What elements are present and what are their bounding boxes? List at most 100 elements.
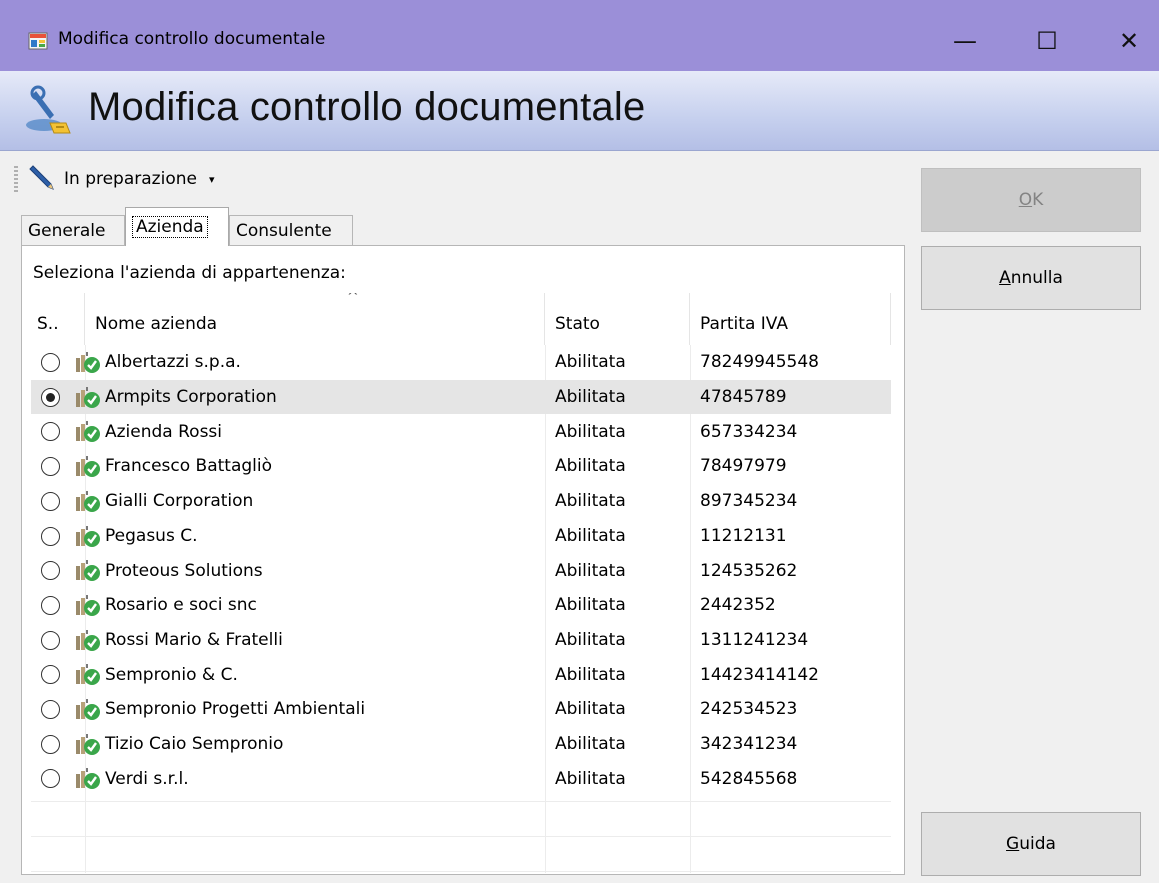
company-vat: 2442352 bbox=[700, 595, 776, 616]
select-radio[interactable] bbox=[41, 387, 60, 407]
table-row[interactable]: Sempronio & C. Abilitata 14423414142 bbox=[31, 657, 891, 692]
select-radio[interactable] bbox=[41, 491, 60, 511]
ok-button[interactable]: OK bbox=[921, 168, 1141, 232]
company-status: Abilitata bbox=[555, 699, 626, 720]
company-vat: 11212131 bbox=[700, 525, 787, 546]
window-title: Modifica controllo documentale bbox=[58, 29, 326, 49]
table-row[interactable]: Albertazzi s.p.a. Abilitata 78249945548 bbox=[31, 345, 891, 380]
company-vat: 657334234 bbox=[700, 421, 798, 442]
select-radio[interactable] bbox=[41, 353, 60, 372]
company-enabled-icon bbox=[76, 594, 100, 616]
annulla-button[interactable]: Annulla bbox=[921, 246, 1141, 310]
company-name: Tizio Caio Sempronio bbox=[105, 734, 284, 755]
column-header-partita-iva[interactable]: Partita IVA bbox=[690, 293, 891, 345]
company-vat: 897345234 bbox=[700, 491, 798, 512]
company-enabled-icon bbox=[76, 421, 100, 443]
table-row[interactable]: Tizio Caio Sempronio Abilitata 342341234 bbox=[31, 727, 891, 762]
select-radio[interactable] bbox=[41, 769, 60, 789]
company-status: Abilitata bbox=[555, 768, 626, 789]
company-status: Abilitata bbox=[555, 456, 626, 477]
status-dropdown[interactable]: In preparazione ▾ bbox=[26, 163, 215, 195]
select-radio[interactable] bbox=[41, 457, 60, 477]
select-radio[interactable] bbox=[41, 665, 60, 685]
company-vat: 242534523 bbox=[700, 699, 798, 720]
maximize-button[interactable]: ☐ bbox=[1019, 16, 1075, 66]
company-status: Abilitata bbox=[555, 595, 626, 616]
chevron-down-icon: ▾ bbox=[208, 172, 215, 186]
company-vat: 47845789 bbox=[700, 387, 787, 408]
company-name: Sempronio Progetti Ambientali bbox=[105, 699, 366, 720]
table-row[interactable]: Francesco Battagliò Abilitata 78497979 bbox=[31, 449, 891, 484]
tab-label: Consulente bbox=[236, 220, 332, 241]
column-header-stato[interactable]: Stato bbox=[545, 293, 690, 345]
company-name: Rossi Mario & Fratelli bbox=[105, 629, 283, 650]
close-button[interactable]: ✕ bbox=[1101, 16, 1157, 66]
tab-azienda[interactable]: Azienda bbox=[125, 207, 229, 246]
table-row[interactable]: Verdi s.r.l. Abilitata 542845568 bbox=[31, 761, 891, 796]
sort-ascending-icon: ^ bbox=[347, 293, 359, 305]
company-enabled-icon bbox=[76, 560, 100, 582]
tab-consulente[interactable]: Consulente bbox=[229, 215, 353, 245]
select-radio[interactable] bbox=[41, 700, 60, 719]
guida-button[interactable]: Guida bbox=[921, 812, 1141, 876]
company-vat: 342341234 bbox=[700, 734, 798, 755]
company-vat: 1311241234 bbox=[700, 629, 809, 650]
company-enabled-icon bbox=[76, 456, 100, 478]
company-status: Abilitata bbox=[555, 734, 626, 755]
select-radio[interactable] bbox=[41, 422, 60, 442]
ok-label: K bbox=[1032, 190, 1044, 210]
column-header-label: Nome azienda bbox=[95, 314, 218, 334]
column-header-select[interactable]: S.. bbox=[31, 293, 85, 345]
company-enabled-icon bbox=[76, 733, 100, 755]
column-header-nome[interactable]: ^ Nome azienda bbox=[85, 293, 545, 345]
table-row[interactable]: Azienda Rossi Abilitata 657334234 bbox=[31, 414, 891, 449]
table-row[interactable]: Rossi Mario & Fratelli Abilitata 131124123… bbox=[31, 623, 891, 658]
company-status: Abilitata bbox=[555, 387, 626, 408]
document-check-icon bbox=[26, 85, 71, 134]
table-row[interactable]: Rosario e soci snc Abilitata 2442352 bbox=[31, 588, 891, 623]
company-status: Abilitata bbox=[555, 352, 626, 373]
row-divider bbox=[31, 836, 891, 837]
guida-mnemonic: G bbox=[1006, 834, 1020, 854]
company-vat: 542845568 bbox=[700, 768, 798, 789]
ok-mnemonic: O bbox=[1018, 190, 1033, 210]
list-header: S.. ^ Nome azienda Stato Partita IVA bbox=[31, 293, 891, 345]
tab-generale[interactable]: Generale bbox=[21, 215, 125, 245]
company-name: Albertazzi s.p.a. bbox=[105, 352, 241, 373]
toolbar-grip[interactable] bbox=[14, 166, 18, 194]
company-name: Sempronio & C. bbox=[105, 664, 238, 685]
company-vat: 14423414142 bbox=[700, 664, 819, 685]
select-radio[interactable] bbox=[41, 526, 60, 546]
guida-label: uida bbox=[1019, 834, 1056, 854]
select-radio[interactable] bbox=[41, 595, 60, 615]
row-divider bbox=[31, 871, 891, 872]
table-row[interactable]: Sempronio Progetti Ambientali Abilitata 24… bbox=[31, 692, 891, 727]
minimize-button[interactable]: — bbox=[937, 16, 993, 66]
app-window-icon bbox=[28, 32, 48, 50]
tab-label: Azienda bbox=[132, 216, 208, 238]
select-radio[interactable] bbox=[41, 630, 60, 650]
select-radio[interactable] bbox=[41, 734, 60, 754]
company-status: Abilitata bbox=[555, 421, 626, 442]
company-enabled-icon bbox=[76, 629, 100, 651]
title-bar: Modifica controllo documentale — ☐ ✕ bbox=[0, 0, 1159, 71]
company-enabled-icon bbox=[76, 490, 100, 512]
table-row[interactable]: Pegasus C. Abilitata 11212131 bbox=[31, 519, 891, 554]
pencil-icon bbox=[29, 165, 54, 190]
company-list[interactable]: S.. ^ Nome azienda Stato Partita IVA Alb… bbox=[31, 293, 891, 873]
company-vat: 78497979 bbox=[700, 456, 787, 477]
company-vat: 124535262 bbox=[700, 560, 798, 581]
table-row[interactable]: Gialli Corporation Abilitata 897345234 bbox=[31, 484, 891, 519]
company-name: Francesco Battagliò bbox=[105, 456, 273, 477]
company-status: Abilitata bbox=[555, 629, 626, 650]
table-row[interactable]: Armpits Corporation Abilitata 47845789 bbox=[31, 379, 891, 415]
company-enabled-icon bbox=[76, 699, 100, 720]
company-enabled-icon bbox=[76, 352, 100, 373]
company-name: Rosario e soci snc bbox=[105, 595, 257, 616]
table-row[interactable]: Proteous Solutions Abilitata 124535262 bbox=[31, 553, 891, 588]
tab-label: Generale bbox=[28, 220, 106, 241]
select-radio[interactable] bbox=[41, 561, 60, 581]
company-enabled-icon bbox=[76, 525, 100, 547]
panel-instruction: Seleziona l'azienda di appartenenza: bbox=[33, 263, 346, 283]
annulla-label: nnulla bbox=[1010, 268, 1063, 288]
